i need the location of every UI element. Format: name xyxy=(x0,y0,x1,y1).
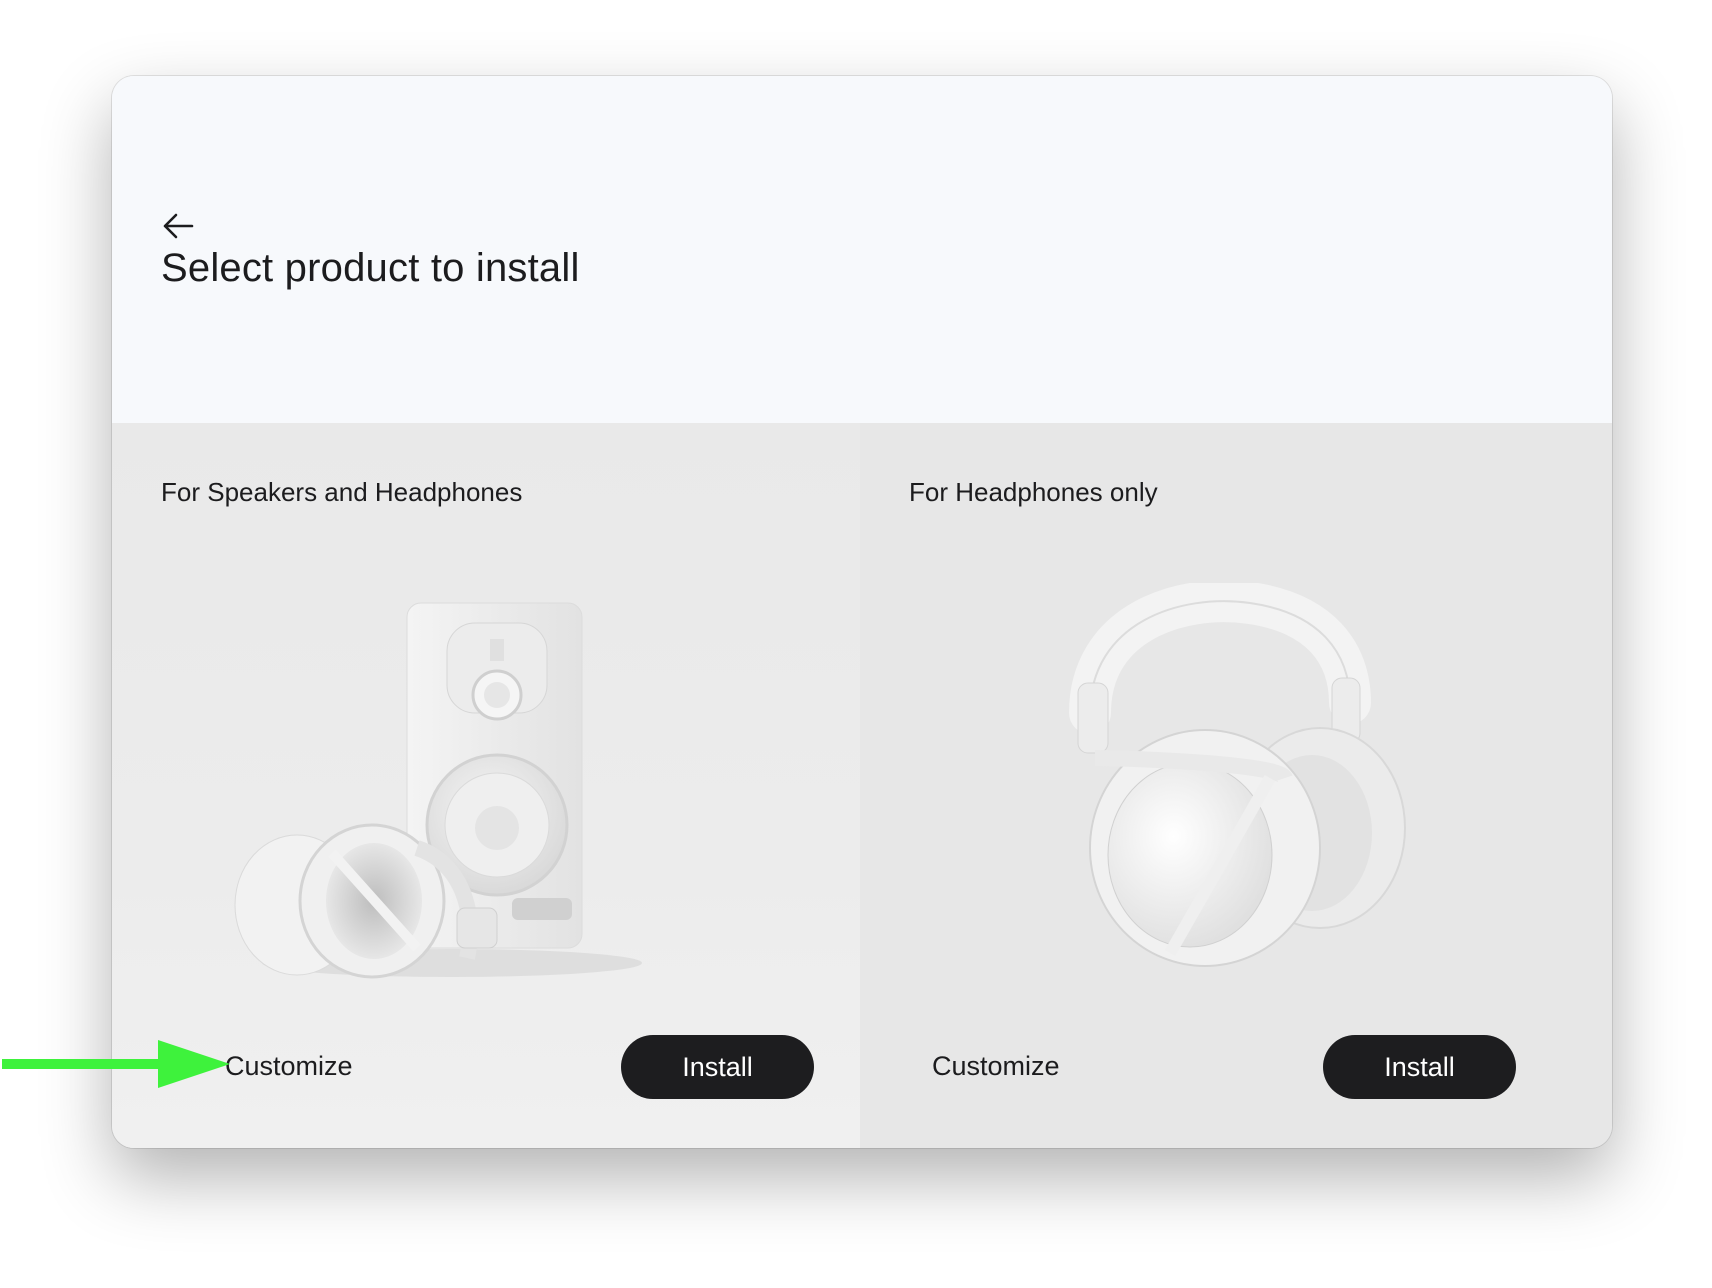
page-title: Select product to install xyxy=(161,246,580,290)
installer-window: Select product to install For Speakers a… xyxy=(112,76,1612,1148)
headphones-image xyxy=(1069,583,1406,967)
install-button[interactable]: Install xyxy=(1323,1035,1516,1099)
header: Select product to install xyxy=(112,76,1612,423)
customize-link[interactable]: Customize xyxy=(225,1051,353,1082)
product-title: For Speakers and Headphones xyxy=(161,477,523,507)
arrow-left-icon xyxy=(163,213,194,239)
speaker-and-headphones-image xyxy=(234,602,642,979)
install-button[interactable]: Install xyxy=(621,1035,814,1099)
product-card-headphones-only: For Headphones only Customize Install xyxy=(860,423,1612,1148)
customize-link[interactable]: Customize xyxy=(932,1051,1060,1082)
back-button[interactable] xyxy=(156,204,200,248)
annotation-arrow-icon xyxy=(2,1040,230,1088)
product-title: For Headphones only xyxy=(909,477,1158,507)
product-options: For Speakers and Headphones Customize In… xyxy=(112,423,1612,1148)
